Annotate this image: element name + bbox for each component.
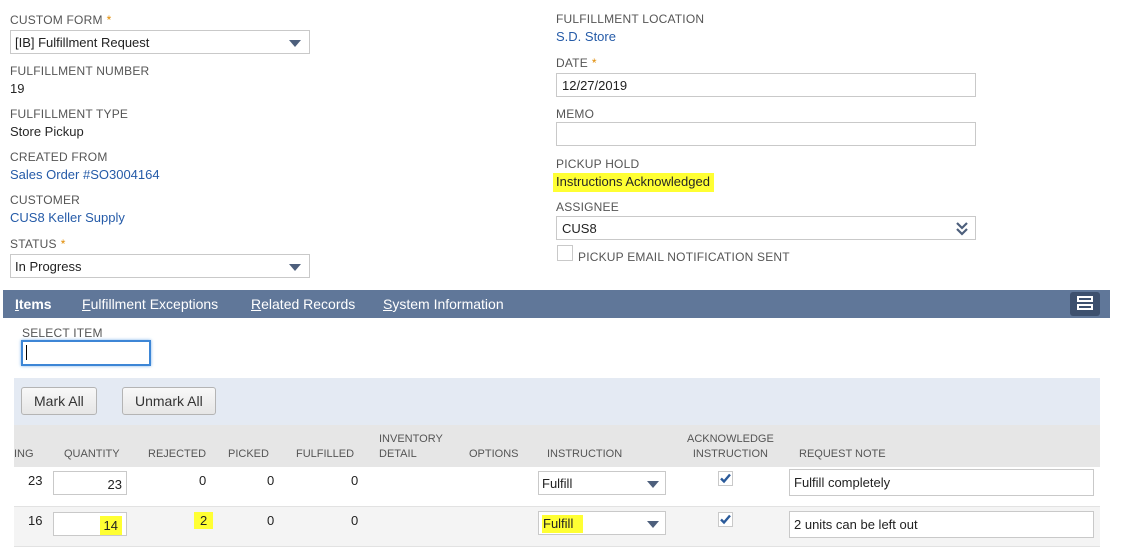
col-request-note: REQUEST NOTE (799, 448, 886, 460)
col-instruction: INSTRUCTION (547, 448, 623, 460)
fulfilled-value: 0 (351, 513, 359, 528)
custom-form-label: CUSTOM FORM * (10, 13, 112, 27)
assignee-value: CUS8 (562, 221, 597, 236)
rejected-value: 0 (199, 473, 207, 488)
quantity-input[interactable]: 14 (53, 512, 127, 536)
pickup-email-label: PICKUP EMAIL NOTIFICATION SENT (578, 250, 790, 264)
chevron-down-icon (647, 521, 659, 528)
request-note-input[interactable]: Fulfill completely (789, 469, 1094, 496)
acknowledge-checkbox[interactable] (718, 512, 733, 527)
fulfillment-number-label: FULFILLMENT NUMBER (10, 64, 150, 78)
status-select[interactable]: In Progress (10, 254, 310, 278)
checkmark-icon (720, 514, 731, 525)
request-note-input[interactable]: 2 units can be left out (789, 511, 1094, 538)
fulfillment-location-label: FULFILLMENT LOCATION (556, 12, 705, 26)
text-cursor (26, 345, 27, 360)
quantity-input[interactable]: 23 (53, 471, 127, 495)
acknowledge-checkbox[interactable] (718, 471, 733, 486)
item-actions-panel: Mark All Unmark All (14, 378, 1100, 425)
date-label: DATE * (556, 56, 597, 70)
fulfillment-number-value: 19 (10, 81, 25, 96)
assignee-select[interactable]: CUS8 (556, 216, 976, 240)
col-quantity: QUANTITY (64, 448, 120, 460)
pickup-hold-label: PICKUP HOLD (556, 157, 640, 171)
instruction-select[interactable]: Fulfill (538, 471, 666, 495)
memo-input[interactable] (556, 122, 976, 146)
table-row: 16 14 2 0 0 Fulfill 2 units can be left … (14, 507, 1100, 547)
fulfillment-type-label: FULFILLMENT TYPE (10, 107, 129, 121)
custom-form-value: [IB] Fulfillment Request (15, 35, 150, 50)
col-ing: ING (14, 448, 34, 460)
tab-system-information[interactable]: System Information (383, 296, 504, 312)
customer-label: CUSTOMER (10, 193, 81, 207)
rejected-value: 2 (194, 512, 214, 529)
created-from-label: CREATED FROM (10, 150, 108, 164)
picked-value: 0 (267, 513, 275, 528)
chevron-down-icon (289, 40, 301, 47)
status-label: STATUS * (10, 237, 66, 251)
row-ing: 16 (28, 513, 43, 528)
quantity-value: 14 (99, 516, 122, 535)
status-value: In Progress (15, 259, 82, 274)
instruction-select[interactable]: Fulfill (538, 511, 666, 535)
custom-form-select[interactable]: [IB] Fulfillment Request (10, 30, 310, 54)
memo-label: MEMO (556, 107, 595, 121)
chevron-down-icon (647, 481, 659, 488)
table-row: 23 23 0 0 0 Fulfill Fulfill completely (14, 467, 1100, 507)
tab-related-records[interactable]: Related Records (251, 296, 355, 312)
row-ing: 23 (28, 473, 43, 488)
tab-fulfillment-exceptions[interactable]: Fulfillment Exceptions (82, 296, 218, 312)
col-inventory-detail: INVENTORY DETAIL (379, 433, 443, 460)
checkmark-icon (720, 473, 731, 484)
instruction-value: Fulfill (542, 515, 584, 533)
tab-items[interactable]: Items (15, 296, 52, 312)
picked-value: 0 (267, 473, 275, 488)
col-fulfilled: FULFILLED (296, 448, 355, 460)
fulfillment-type-value: Store Pickup (10, 124, 84, 139)
assignee-label: ASSIGNEE (556, 200, 619, 214)
date-input[interactable]: 12/27/2019 (556, 73, 976, 97)
instruction-value: Fulfill (542, 476, 573, 491)
customer-link[interactable]: CUS8 Keller Supply (10, 210, 125, 225)
double-chevron-down-icon (956, 222, 968, 236)
items-table-header: ING QUANTITY REJECTED PICKED FULFILLED I… (14, 425, 1100, 467)
created-from-link[interactable]: Sales Order #SO3004164 (10, 167, 160, 182)
layout-icon-bottom (1077, 304, 1093, 310)
col-acknowledge-instruction: ACKNOWLEDGE INSTRUCTION (687, 433, 774, 460)
col-rejected: REJECTED (148, 448, 207, 460)
mark-all-button[interactable]: Mark All (21, 387, 97, 415)
fulfillment-location-link[interactable]: S.D. Store (556, 29, 616, 44)
pickup-hold-value: Instructions Acknowledged (553, 173, 714, 192)
select-item-input[interactable] (21, 340, 151, 366)
fulfilled-value: 0 (351, 473, 359, 488)
layout-toggle-button[interactable] (1070, 292, 1100, 316)
col-options: OPTIONS (469, 448, 519, 460)
unmark-all-button[interactable]: Unmark All (122, 387, 216, 415)
subtab-bar: Items Fulfillment Exceptions Related Rec… (3, 290, 1110, 318)
select-item-label: SELECT ITEM (22, 326, 103, 340)
col-picked: PICKED (228, 448, 269, 460)
chevron-down-icon (289, 264, 301, 271)
pickup-email-checkbox[interactable] (557, 245, 573, 261)
layout-icon-top (1077, 296, 1093, 302)
